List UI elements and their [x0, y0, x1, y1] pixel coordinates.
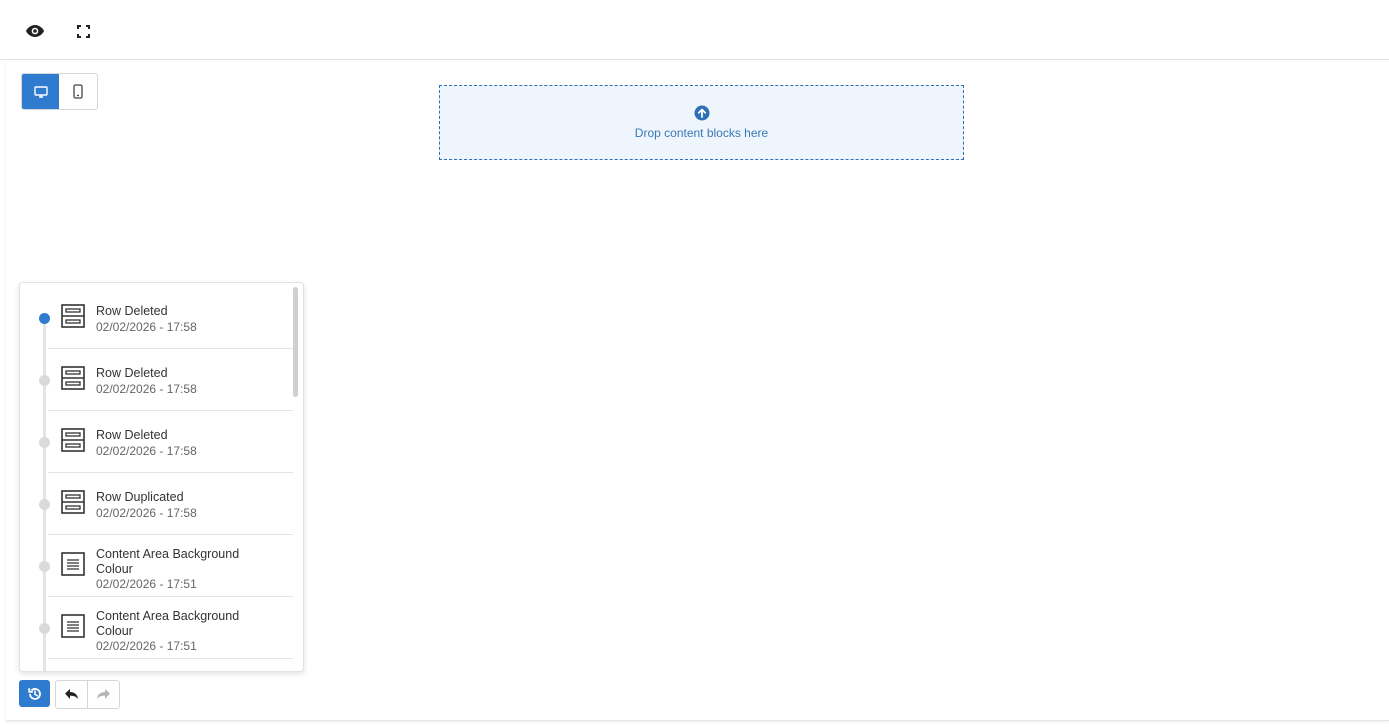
eye-icon[interactable] — [23, 19, 47, 43]
history-item-title: Row Duplicated — [96, 490, 184, 504]
dropzone-label: Drop content blocks here — [634, 126, 769, 140]
history-dot — [39, 623, 50, 634]
history-item[interactable]: Row Deleted 02/02/2026 - 17:58 — [20, 349, 293, 411]
device-toggle — [21, 73, 98, 110]
undo-redo-group — [55, 680, 120, 709]
row-icon — [61, 304, 85, 328]
history-item-title: Content Area Background Colour — [96, 547, 240, 576]
history-item-time: 02/02/2026 - 17:51 — [96, 639, 197, 653]
scrollbar-thumb[interactable] — [293, 287, 298, 397]
history-dot — [39, 561, 50, 572]
desktop-view-button[interactable] — [22, 74, 59, 109]
history-dot — [39, 499, 50, 510]
history-item[interactable]: Content Area Background Colour 02/02/202… — [20, 535, 293, 597]
redo-icon — [97, 689, 110, 699]
upload-arrow-icon — [694, 105, 709, 121]
history-item-title: Row Deleted — [96, 304, 168, 318]
history-item[interactable]: Content Area Background Colour 02/02/202… — [20, 597, 293, 659]
history-icon — [27, 687, 41, 700]
redo-button[interactable] — [87, 681, 119, 708]
fullscreen-icon[interactable] — [71, 19, 95, 43]
history-item-title: Row Deleted — [96, 428, 168, 442]
row-icon — [61, 428, 85, 452]
history-dot — [39, 375, 50, 386]
undo-icon — [65, 689, 78, 699]
history-item-title: Row Deleted — [96, 366, 168, 380]
content-area-icon — [61, 614, 85, 638]
history-item[interactable]: Row Deleted 02/02/2026 - 17:58 — [20, 287, 293, 349]
divider — [48, 658, 293, 659]
history-item-time: 02/02/2026 - 17:58 — [96, 382, 197, 396]
row-icon — [61, 366, 85, 390]
content-dropzone[interactable]: Drop content blocks here — [439, 85, 964, 160]
history-item-time: 02/02/2026 - 17:58 — [96, 506, 197, 520]
history-dot — [39, 313, 50, 324]
history-item[interactable]: Row Deleted 02/02/2026 - 17:58 — [20, 411, 293, 473]
row-icon — [61, 490, 85, 514]
history-item-time: 02/02/2026 - 17:51 — [96, 577, 197, 591]
history-item-time: 02/02/2026 - 17:58 — [96, 444, 197, 458]
history-item-title: Content Area Background Colour — [96, 609, 240, 638]
top-toolbar — [0, 0, 1389, 60]
mobile-view-button[interactable] — [59, 74, 96, 109]
history-item-time: 02/02/2026 - 17:58 — [96, 320, 197, 334]
undo-button[interactable] — [56, 681, 87, 708]
history-item[interactable]: Row Duplicated 02/02/2026 - 17:58 — [20, 473, 293, 535]
history-dot — [39, 437, 50, 448]
history-toggle-button[interactable] — [19, 680, 50, 707]
mobile-icon — [72, 84, 83, 99]
content-area-icon — [61, 552, 85, 576]
desktop-icon — [33, 85, 48, 98]
history-panel: Row Deleted 02/02/2026 - 17:58 Row Delet… — [19, 282, 304, 672]
